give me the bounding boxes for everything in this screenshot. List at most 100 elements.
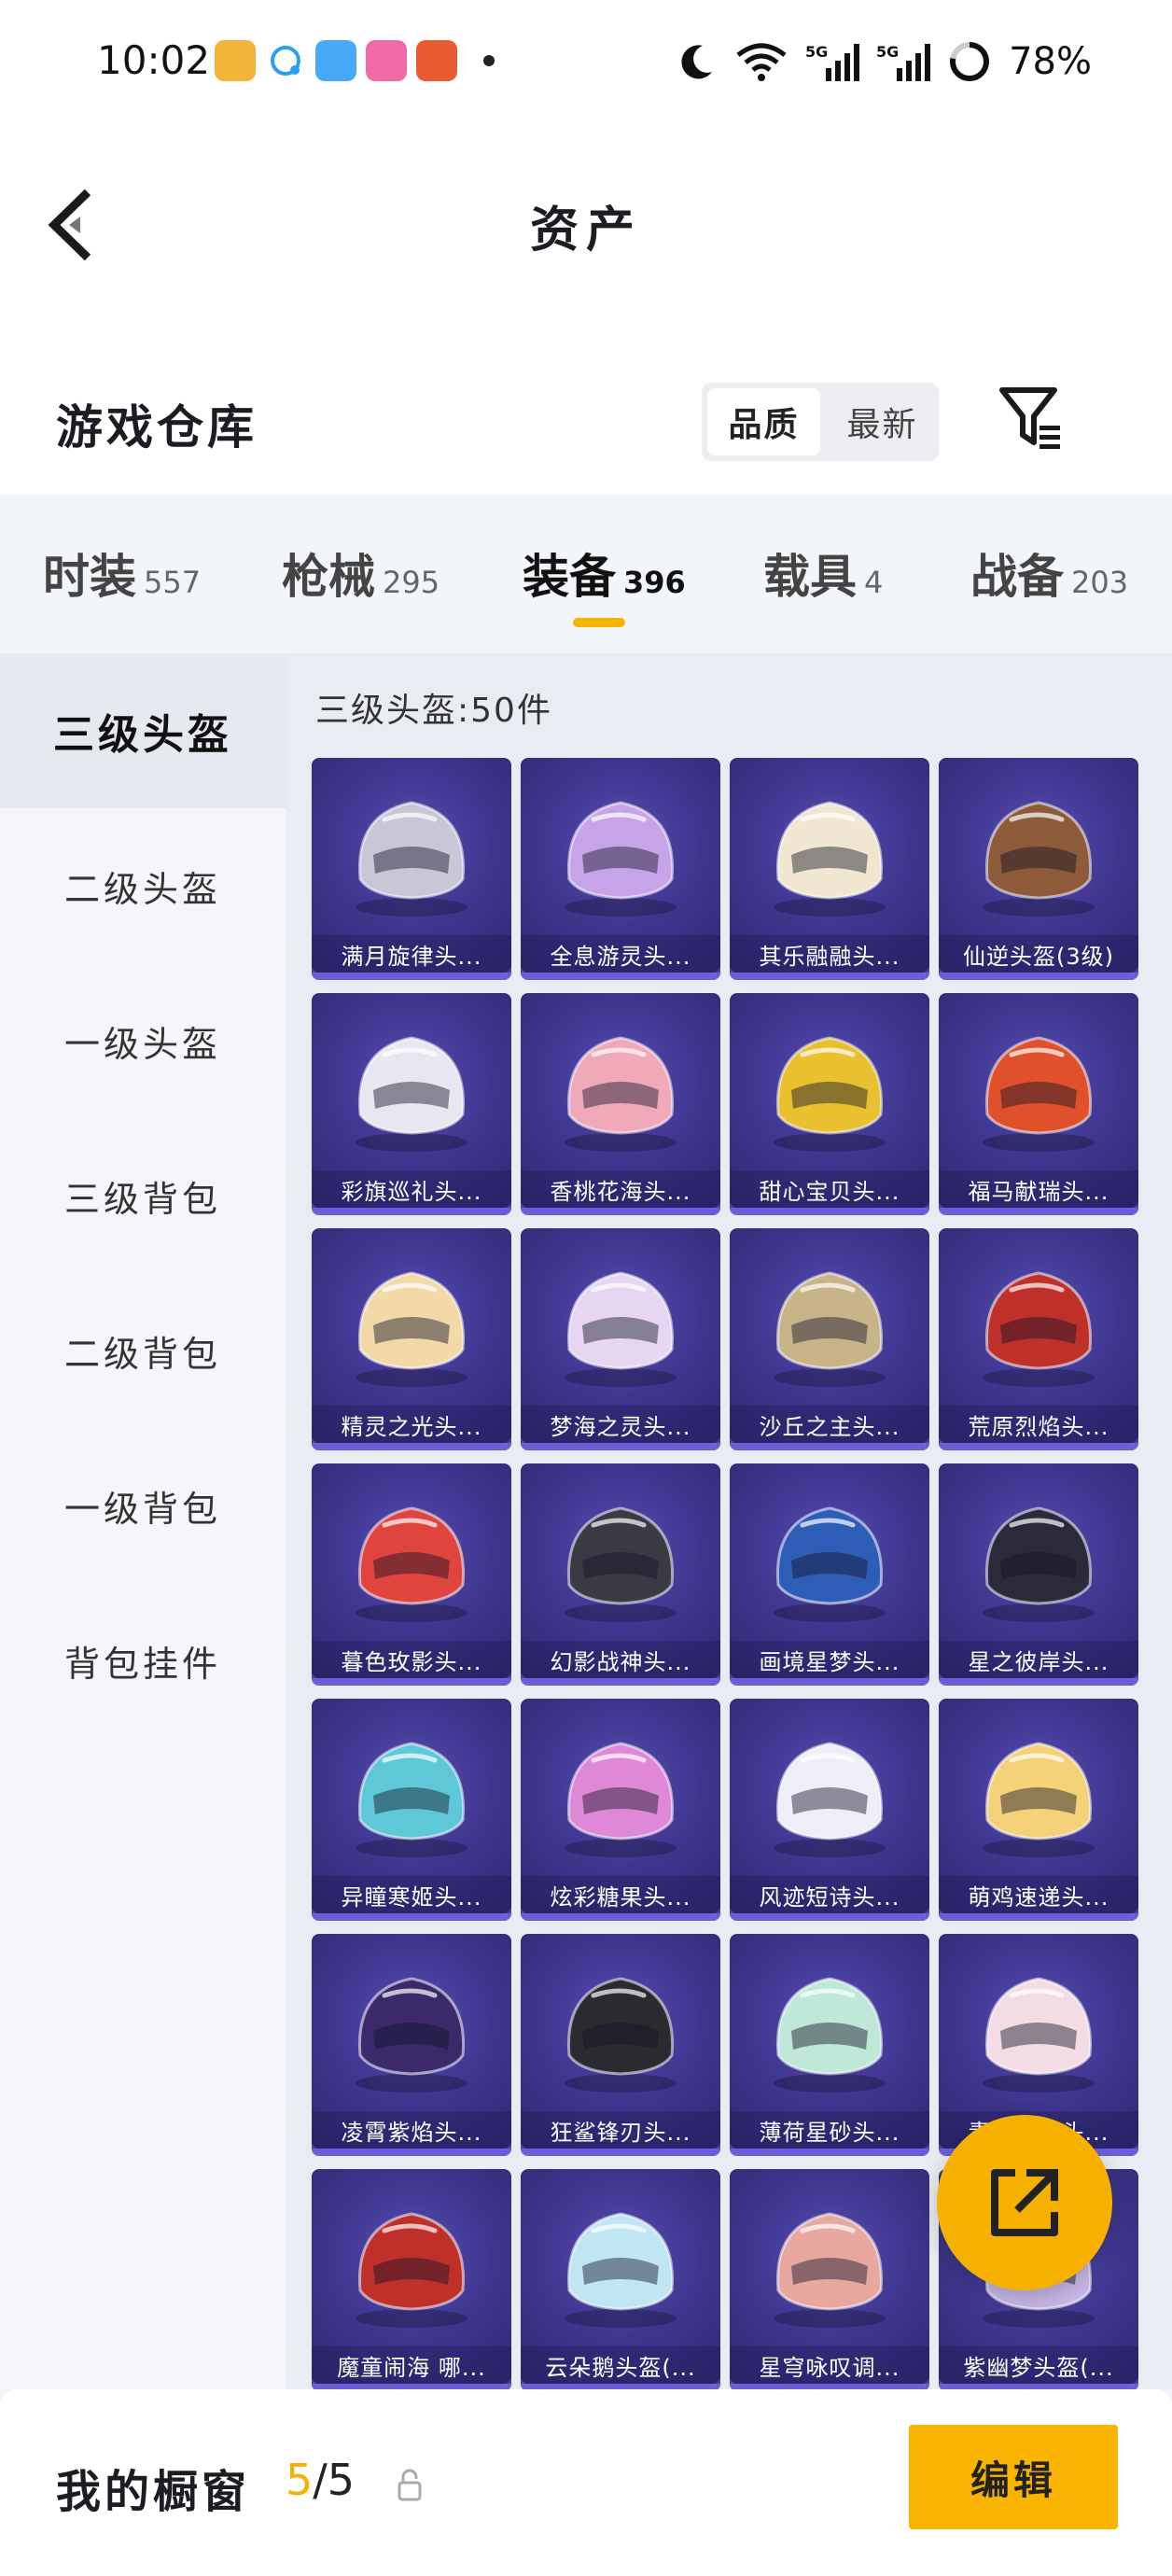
item-card[interactable]: 异瞳寒姬头... [312,1699,511,1921]
item-card[interactable]: 炫彩糖果头... [521,1699,720,1921]
filter-icon[interactable] [998,385,1064,452]
item-card[interactable]: 仙逆头盔(3级) [939,758,1138,980]
helmet-icon [356,1271,467,1387]
item-card[interactable]: 星之彼岸头... [939,1463,1138,1686]
tab-firearms[interactable]: 枪械 295 [282,539,440,607]
tab-vehicles[interactable]: 载具 4 [763,539,883,607]
edit-button[interactable]: 编辑 [909,2425,1118,2529]
more-notifications-dot [483,55,495,66]
item-card[interactable]: 甜心宝贝头... [730,993,929,1215]
item-card[interactable]: 暮色玫影头... [312,1463,511,1686]
item-card[interactable]: 沙丘之主头... [730,1228,929,1450]
sort-quality-button[interactable]: 品质 [707,388,820,455]
cloud-app-icon [315,40,356,81]
battery-percent: 78% [1009,40,1092,83]
helmet-icon [565,1506,677,1622]
item-name: 凌霄紫焰头... [312,2111,511,2149]
helmet-icon [565,1036,677,1152]
helmet-icon [356,801,467,917]
sort-newest-button[interactable]: 最新 [826,383,939,461]
sidebar-item-level1-helmet[interactable]: 一级头盔 [0,963,286,1118]
item-name: 星穹咏叹调... [730,2346,929,2384]
item-name: 仙逆头盔(3级) [939,935,1138,973]
item-card[interactable]: 全息游灵头... [521,758,720,980]
title-bar: 资产 [0,131,1172,308]
sidebar-item-level3-helmet[interactable]: 三级头盔 [0,653,286,808]
item-card[interactable]: 云朵鹅头盔(... [521,2169,720,2389]
signal-5g-icon-2: 5G [876,43,931,81]
sidebar-item-level1-backpack[interactable]: 一级背包 [0,1428,286,1583]
item-card[interactable]: 凌霄紫焰头... [312,1934,511,2156]
item-card[interactable]: 星穹咏叹调... [730,2169,929,2389]
svg-text:5G: 5G [876,43,899,61]
tab-label: 枪械 [282,550,375,604]
item-card[interactable]: 满月旋律头... [312,758,511,980]
helmet-icon [983,1271,1095,1387]
item-card[interactable]: 魔童闹海 哪... [312,2169,511,2389]
helmet-icon [983,1036,1095,1152]
item-card[interactable]: 画境星梦头... [730,1463,929,1686]
item-name: 炫彩糖果头... [521,1876,720,1913]
subcategory-sidebar: 三级头盔 二级头盔 一级头盔 三级背包 二级背包 一级背包 背包挂件 [0,653,286,2389]
sidebar-item-backpack-charm[interactable]: 背包挂件 [0,1583,286,1738]
item-name: 云朵鹅头盔(... [521,2346,720,2384]
item-name: 沙丘之主头... [730,1406,929,1443]
tab-count: 4 [864,565,884,600]
helmet-icon [356,1506,467,1622]
sidebar-item-level2-backpack[interactable]: 二级背包 [0,1273,286,1428]
item-name: 幻影战神头... [521,1641,720,1678]
helmet-icon [774,1742,886,1857]
tab-equipment[interactable]: 装备 396 [523,539,686,607]
helmet-icon [774,1271,886,1387]
showcase-label: 我的橱窗 [56,2466,251,2518]
helmet-icon [565,1742,677,1857]
item-name: 异瞳寒姬头... [312,1876,511,1913]
share-icon [991,2169,1058,2236]
tab-fashion[interactable]: 时装 557 [43,539,201,607]
item-card[interactable]: 福马献瑞头... [939,993,1138,1215]
item-card[interactable]: 其乐融融头... [730,758,929,980]
item-name: 萌鸡速递头... [939,1876,1138,1913]
item-name: 精灵之光头... [312,1406,511,1443]
section-count-label: 三级头盔:50件 [315,692,552,730]
item-card[interactable]: 香桃花海头... [521,993,720,1215]
item-card[interactable]: 萌鸡速递头... [939,1699,1138,1921]
tab-label: 时装 [43,550,136,604]
warehouse-header: 游戏仓库 品质 最新 [0,308,1172,495]
wifi-icon [736,43,787,81]
item-name: 彩旗巡礼头... [312,1170,511,1208]
helmet-icon [565,801,677,917]
tab-count: 203 [1071,565,1129,600]
showcase-bar: 我的橱窗 5/5 编辑 [0,2389,1172,2576]
item-name: 紫幽梦头盔(... [939,2346,1138,2384]
robot-app-icon [416,40,457,81]
status-right: 5G 5G 78% [675,35,1092,88]
lock-icon [398,2469,422,2501]
item-card[interactable]: 彩旗巡礼头... [312,993,511,1215]
signal-5g-icon: 5G [805,43,860,81]
helmet-icon [774,801,886,917]
item-card[interactable]: 狂鲨锋刃头... [521,1934,720,2156]
sidebar-item-level3-backpack[interactable]: 三级背包 [0,1118,286,1273]
item-card[interactable]: 荒原烈焰头... [939,1228,1138,1450]
share-button[interactable] [937,2115,1112,2290]
item-name: 甜心宝贝头... [730,1170,929,1208]
status-time: 10:02 [97,37,211,83]
helmet-icon [565,2212,677,2328]
tab-supplies[interactable]: 战备 203 [970,539,1128,607]
item-card[interactable]: 风迹短诗头... [730,1699,929,1921]
helmet-icon [774,1506,886,1622]
item-name: 梦海之灵头... [521,1406,720,1443]
item-card[interactable]: 幻影战神头... [521,1463,720,1686]
warehouse-title: 游戏仓库 [56,400,258,455]
showcase-current: 5 [286,2455,314,2505]
item-card[interactable]: 精灵之光头... [312,1228,511,1450]
item-card[interactable]: 梦海之灵头... [521,1228,720,1450]
tab-count: 396 [623,565,686,600]
item-card[interactable]: 薄荷星砂头... [730,1934,929,2156]
item-name: 暮色玫影头... [312,1641,511,1678]
helmet-icon [983,801,1095,917]
sidebar-item-level2-helmet[interactable]: 二级头盔 [0,808,286,963]
tab-label: 战备 [970,550,1064,604]
helmet-icon [356,1036,467,1152]
